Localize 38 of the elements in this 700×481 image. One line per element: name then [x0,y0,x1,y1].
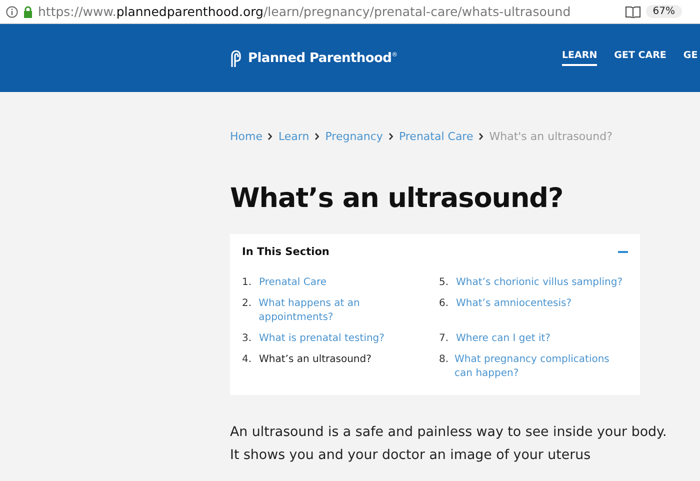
section-link[interactable]: Where can I get it? [456,332,550,346]
reading-view-icon[interactable] [624,6,641,18]
item-number: 2. [242,297,253,311]
nav-link[interactable]: GE [683,50,698,66]
section-link[interactable]: What pregnancy complications can happen? [454,353,628,381]
item-number: 6. [439,297,450,311]
chevron-icon [388,133,393,140]
breadcrumb-link[interactable]: Learn [278,130,310,143]
section-heading: In This Section [242,246,330,258]
nav-link[interactable]: GET CARE [614,50,666,66]
item-number: 5. [439,276,450,290]
item-number: 4. [242,353,253,367]
page-title: What’s an ultrasound? [230,183,564,214]
body-text: An ultrasound is a safe and painless way to see inside your body. It shows you and your doctor an image of your uterus [230,424,668,465]
lock-icon [23,6,33,18]
chevron-icon [479,133,484,140]
breadcrumb-link[interactable]: Prenatal Care [398,130,474,143]
nav-link[interactable]: LEARN [562,50,598,66]
breadcrumb-link[interactable]: Home [230,130,262,143]
item-number: 8. [439,353,449,367]
item-number: 7. [439,332,450,346]
section-link[interactable]: Prenatal Care [259,276,327,290]
chevron-icon [315,133,320,140]
chevron-icon [268,133,272,140]
section-link[interactable]: What’s chorionic villus sampling? [456,276,623,290]
info-icon[interactable] [6,6,18,18]
section-link[interactable]: What’s an ultrasound? [259,353,372,381]
breadcrumb-current: What's an ultrasound? [489,130,612,143]
section-link[interactable]: What is prenatal testing? [259,332,384,346]
item-number: 3. [242,332,253,346]
logo-text[interactable]: Planned Parenthood$^{®}$ [248,50,398,66]
breadcrumb-link[interactable]: Pregnancy [325,130,383,143]
url-field[interactable]: https://www.plannedparenthood.org/learn/pregnancy/prenatal-care/whats-ultrasound [38,4,620,19]
logo-icon [230,48,244,68]
item-number: 1. [242,276,253,290]
section-link[interactable]: What’s amniocentesis? [456,297,572,325]
zoom-level[interactable]: 67% [646,5,682,18]
section-link[interactable]: What happens at an appointments? [258,297,431,325]
